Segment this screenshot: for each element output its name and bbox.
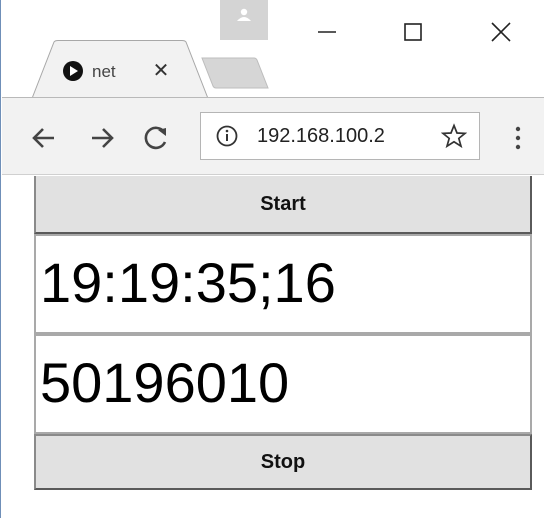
arrow-left-icon	[32, 128, 54, 148]
minimize-icon	[318, 31, 336, 33]
address-bar[interactable]: 192.168.100.2	[200, 112, 480, 160]
close-icon	[491, 22, 511, 42]
star-icon[interactable]	[441, 123, 467, 149]
person-icon	[237, 8, 251, 21]
frame-count-field[interactable]: 50196010	[34, 334, 532, 434]
toolbar: 192.168.100.2	[2, 97, 544, 175]
back-button[interactable]	[24, 118, 64, 158]
reload-button[interactable]	[136, 118, 176, 158]
tab-close-button[interactable]: ✕	[149, 58, 173, 82]
menu-button[interactable]	[508, 122, 528, 154]
new-tab-icon	[201, 57, 269, 89]
title-bar: net ✕	[2, 0, 544, 99]
new-tab-button[interactable]	[198, 56, 270, 90]
info-icon	[216, 125, 238, 147]
maximize-icon	[404, 23, 422, 41]
tab-title: net	[92, 62, 116, 81]
page-content: Start 19:19:35;16 50196010 Stop	[2, 176, 544, 518]
arrow-right-icon	[92, 128, 114, 148]
minimize-button[interactable]	[303, 10, 353, 50]
profile-button[interactable]	[220, 0, 268, 40]
forward-button[interactable]	[84, 118, 124, 158]
url-text: 192.168.100.2	[257, 125, 385, 147]
close-button[interactable]	[476, 10, 526, 50]
maximize-button[interactable]	[388, 10, 438, 50]
timecode-field[interactable]: 19:19:35;16	[34, 234, 532, 334]
reload-icon	[144, 126, 167, 150]
tab-close-icon: ✕	[152, 58, 170, 82]
play-circle-icon	[62, 60, 84, 82]
more-vert-icon	[515, 126, 521, 150]
tab-active[interactable]: net ✕	[32, 40, 208, 99]
stop-button[interactable]: Stop	[34, 434, 532, 490]
browser-window: net ✕ 192.168.100.2 Start 19:19:35;16 50…	[0, 0, 544, 518]
start-button[interactable]: Start	[34, 176, 532, 234]
